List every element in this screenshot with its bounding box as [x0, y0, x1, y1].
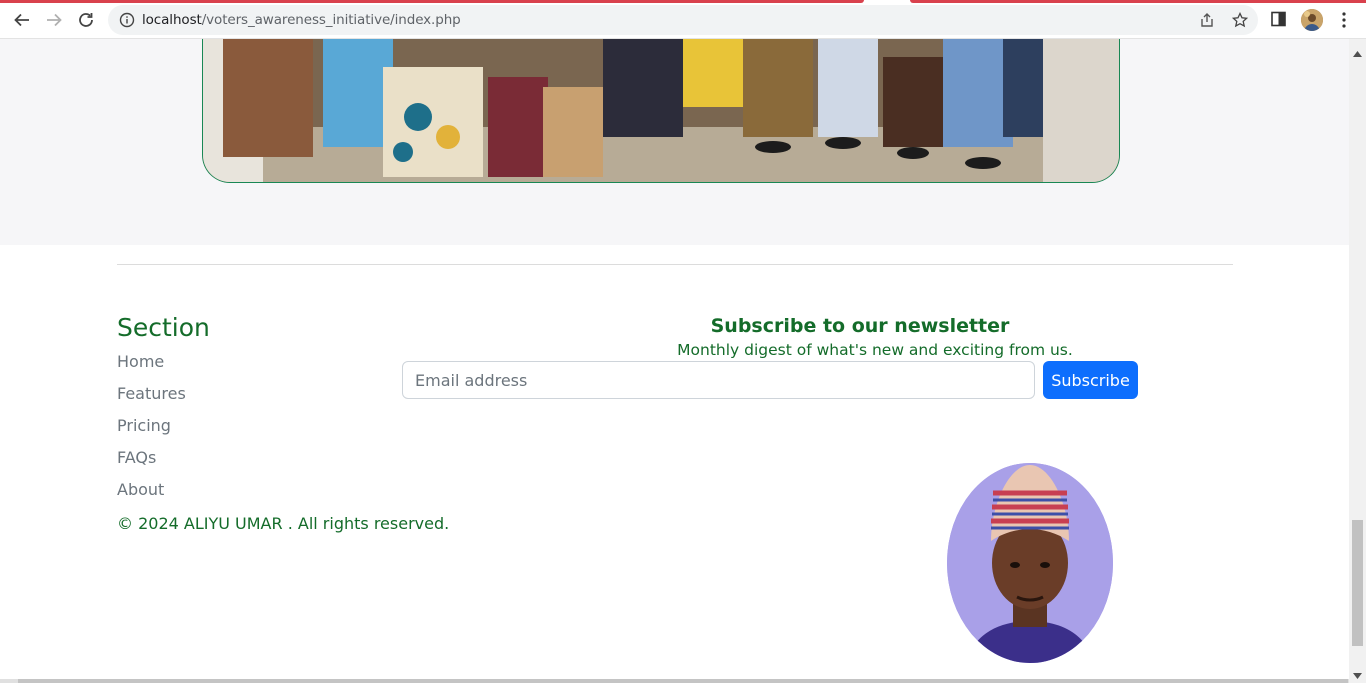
author-portrait [947, 463, 1113, 663]
footer-link-about[interactable]: About [117, 480, 186, 512]
footer-section-title: Section [117, 313, 210, 342]
footer-nav: Home Features Pricing FAQs About [117, 352, 186, 512]
scroll-up-arrow-icon[interactable] [1353, 44, 1362, 57]
side-panel-icon[interactable] [1270, 10, 1290, 30]
menu-icon[interactable] [1334, 10, 1354, 30]
footer-link-home[interactable]: Home [117, 352, 186, 384]
group-photo [202, 39, 1120, 183]
avatar[interactable] [1301, 9, 1323, 31]
forward-icon[interactable] [42, 8, 66, 32]
subscribe-button[interactable]: Subscribe [1043, 361, 1138, 399]
scroll-down-arrow-icon[interactable] [1353, 666, 1362, 679]
page-viewport: Section Home Features Pricing FAQs About… [0, 39, 1349, 683]
footer-divider [117, 264, 1233, 265]
horizontal-scrollbar-thumb[interactable] [18, 679, 1348, 683]
url-path: /voters_awareness_initiative/index.php [201, 12, 461, 28]
newsletter-title: Subscribe to our newsletter [710, 315, 1010, 337]
address-bar[interactable]: localhost/voters_awareness_initiative/in… [108, 5, 1258, 35]
footer-link-faqs[interactable]: FAQs [117, 448, 186, 480]
tab-strip [0, 0, 864, 3]
gallery-section [0, 39, 1349, 245]
reload-icon[interactable] [74, 8, 98, 32]
info-icon[interactable] [119, 12, 135, 28]
email-input[interactable] [402, 361, 1035, 399]
share-icon[interactable] [1199, 12, 1215, 28]
vertical-scrollbar-thumb[interactable] [1352, 520, 1363, 646]
horizontal-scrollbar[interactable] [0, 679, 1349, 683]
star-icon[interactable] [1231, 11, 1249, 28]
url-host: localhost [142, 12, 202, 28]
back-icon[interactable] [10, 8, 34, 32]
vertical-scrollbar[interactable] [1349, 39, 1366, 683]
footer-link-features[interactable]: Features [117, 384, 186, 416]
copyright-text: © 2024 ALIYU UMAR . All rights reserved. [117, 514, 450, 533]
url-text: localhost/voters_awareness_initiative/in… [142, 12, 461, 28]
footer-link-pricing[interactable]: Pricing [117, 416, 186, 448]
browser-toolbar: localhost/voters_awareness_initiative/in… [0, 0, 1366, 39]
tab-strip [910, 0, 1366, 3]
newsletter-subtitle: Monthly digest of what's new and excitin… [677, 341, 1073, 359]
